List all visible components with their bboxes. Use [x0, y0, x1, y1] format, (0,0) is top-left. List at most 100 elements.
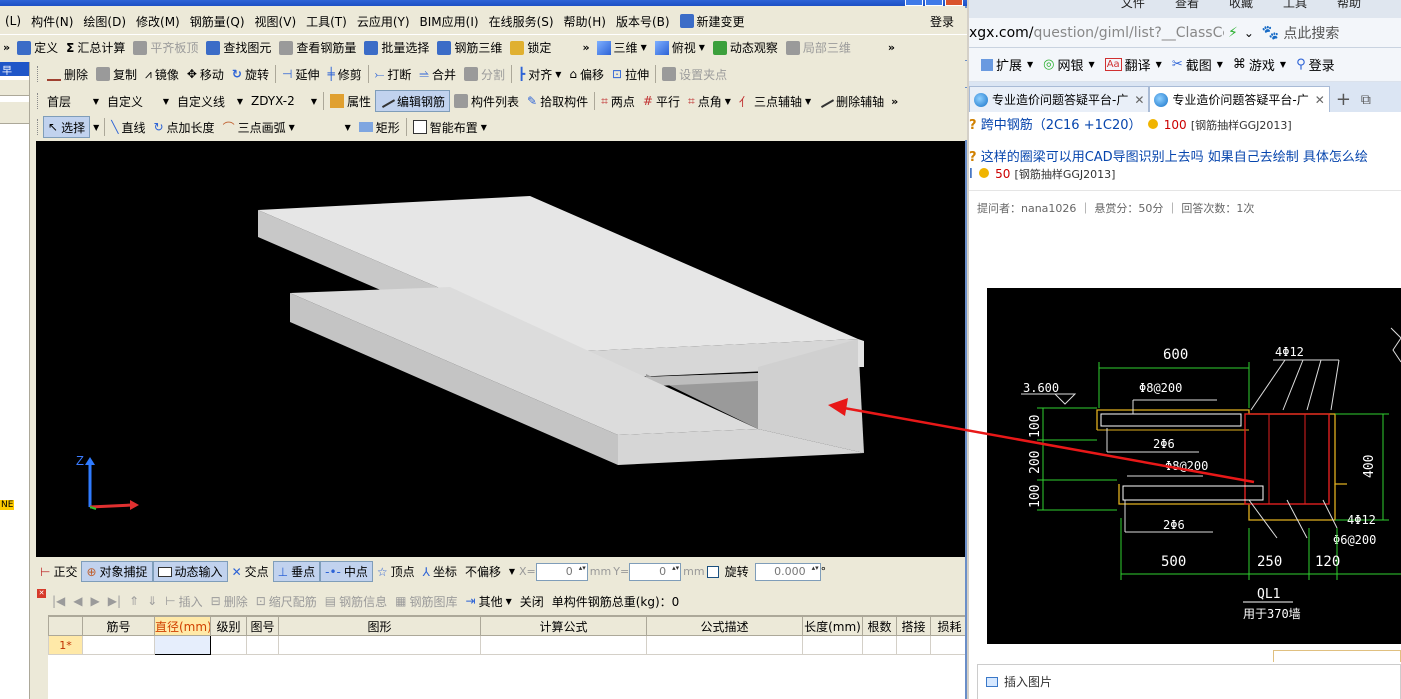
nav-panel-tab-2[interactable]: [0, 102, 29, 124]
last-record-button[interactable]: ▶|: [104, 594, 125, 608]
close-tab-icon[interactable]: ✕: [1315, 93, 1325, 107]
extensions-dropdown[interactable]: 扩展 ▼: [981, 55, 1033, 74]
maximize-button[interactable]: [925, 0, 943, 6]
extend-button[interactable]: ⊣ 延伸: [278, 63, 323, 85]
select-button[interactable]: ↖ 选择: [43, 116, 91, 138]
menu-online[interactable]: 在线服务(S): [484, 10, 559, 32]
line-button[interactable]: ╲ 直线: [107, 116, 149, 138]
rotate-button[interactable]: ↻ 旋转: [228, 63, 273, 85]
games-dropdown[interactable]: ⌘ 游戏 ▼: [1233, 55, 1286, 74]
trim-button[interactable]: ╪ 修剪: [323, 63, 365, 85]
mirror-button[interactable]: ⩘ 镜像: [141, 63, 183, 85]
move-button[interactable]: ✥ 移动: [183, 63, 228, 85]
menu-view[interactable]: 视图(V): [250, 10, 302, 32]
browser-menu-help[interactable]: 帮助: [1337, 0, 1361, 11]
find-element-button[interactable]: 查找图元: [202, 37, 275, 59]
menu-rebar-qty[interactable]: 钢筋量(Q): [185, 10, 250, 32]
cell-formula-desc[interactable]: [646, 635, 803, 655]
menu-version[interactable]: 版本号(B): [611, 10, 675, 32]
arc-option-select[interactable]: ▼: [299, 117, 355, 137]
scale-rebar-button[interactable]: ⊡ 缩尺配筋: [252, 593, 321, 610]
toolbar-grip[interactable]: [37, 93, 40, 109]
toolbar-grip[interactable]: [37, 119, 40, 135]
rotate-checkbox[interactable]: [706, 565, 719, 578]
edit-rebar-button[interactable]: 编辑钢筋: [375, 90, 451, 112]
smart-layout-dropdown[interactable]: 智能布置 ▼: [409, 116, 491, 138]
floor-select[interactable]: 首层 ▼: [43, 91, 103, 111]
next-record-button[interactable]: ▶: [87, 594, 104, 608]
point-angle-dropdown[interactable]: ⌗ 点角 ▼: [684, 90, 735, 112]
stretch-button[interactable]: ⊡ 拉伸: [608, 63, 653, 85]
prev-record-button[interactable]: ◀: [69, 594, 86, 608]
col-header-loss[interactable]: 损耗: [930, 616, 965, 636]
offset-mode-select[interactable]: 不偏移 ▼: [461, 562, 519, 582]
minimize-button[interactable]: [905, 0, 923, 6]
browser-menu-file[interactable]: 文件: [1121, 0, 1145, 11]
sum-calc-button[interactable]: Σ 汇总计算: [62, 37, 129, 59]
cell-shape[interactable]: [278, 635, 481, 655]
move-down-button[interactable]: ⇓: [143, 594, 161, 608]
menu-tools[interactable]: 工具(T): [301, 10, 352, 32]
dynamic-observe-button[interactable]: 动态观察: [709, 37, 782, 59]
browser-menu-tools[interactable]: 工具: [1283, 0, 1307, 11]
toolbar-overflow-chevron-3[interactable]: »: [885, 41, 898, 54]
browser-tab-2[interactable]: 专业造价问题答疑平台-广 ✕: [1149, 86, 1330, 112]
merge-button[interactable]: ⥬ 合并: [415, 63, 460, 85]
copy-button[interactable]: 复制: [92, 63, 141, 85]
col-header-fig-no[interactable]: 图号: [246, 616, 279, 636]
delete-row-button[interactable]: ⊟ 删除: [207, 593, 252, 610]
view-3d-dropdown[interactable]: 三维 ▼: [593, 37, 651, 59]
menu-cloud[interactable]: 云应用(Y): [352, 10, 415, 32]
toolbar-overflow-chevron-2[interactable]: »: [579, 41, 592, 54]
nav-panel-header[interactable]: 早: [0, 62, 29, 77]
col-header-bar-no[interactable]: 筋号: [82, 616, 155, 636]
rebar-info-button[interactable]: ▤ 钢筋信息: [321, 593, 391, 610]
first-record-button[interactable]: |◀: [48, 594, 69, 608]
three-point-aux-dropdown[interactable]: ⺅三点辅轴 ▼: [735, 90, 815, 112]
search-box[interactable]: 🐾 点此搜索: [1262, 23, 1339, 43]
batch-select-button[interactable]: 批量选择: [360, 37, 433, 59]
col-header-formula[interactable]: 计算公式: [480, 616, 647, 636]
top-view-dropdown[interactable]: 俯视 ▼: [651, 37, 709, 59]
new-change-button[interactable]: 新建变更: [675, 10, 750, 32]
move-up-button[interactable]: ⇑: [125, 594, 143, 608]
cell-count[interactable]: [862, 635, 897, 655]
menu-l[interactable]: (L): [0, 10, 26, 32]
browser-menu-view[interactable]: 查看: [1175, 0, 1199, 11]
online-bank-dropdown[interactable]: ◎ 网银 ▼: [1043, 55, 1095, 74]
menu-component[interactable]: 构件(N): [26, 10, 78, 32]
toolbar-overflow-chevron[interactable]: »: [0, 41, 13, 54]
url-input[interactable]: xgx.com/question/giml/list?__ClassCc: [969, 25, 1224, 41]
close-rebar-button[interactable]: 关闭: [516, 593, 548, 610]
cell-lap[interactable]: [896, 635, 931, 655]
rotate-input[interactable]: 0.000: [754, 562, 821, 581]
rectangle-button[interactable]: 矩形: [355, 116, 404, 138]
close-window-button[interactable]: [945, 0, 963, 6]
component-select[interactable]: ZDYX-2 ▼: [247, 91, 321, 111]
x-input[interactable]: 0: [535, 562, 588, 581]
subtype-select[interactable]: 自定义线 ▼: [173, 91, 247, 111]
vertex-snap-toggle[interactable]: ☆ 顶点: [373, 561, 419, 582]
split-button[interactable]: 分割: [460, 63, 509, 85]
col-header-diameter[interactable]: 直径(mm): [154, 616, 211, 636]
col-header-grade[interactable]: 级别: [210, 616, 247, 636]
parallel-button[interactable]: # 平行: [639, 90, 684, 112]
question-2-tag[interactable]: [钢筋抽样GGJ2013]: [1015, 168, 1116, 181]
delete-aux-button[interactable]: 删除辅轴: [815, 90, 888, 112]
perpendicular-snap-toggle[interactable]: ⊥ 垂点: [272, 561, 321, 582]
menu-bim[interactable]: BIM应用(I): [415, 10, 484, 32]
pick-component-button[interactable]: ✎ 拾取构件: [523, 90, 592, 112]
screenshot-dropdown[interactable]: ✂ 截图 ▼: [1172, 55, 1223, 74]
object-snap-toggle[interactable]: ⊕ 对象捕捉: [81, 561, 153, 582]
rebar-library-button[interactable]: ▦ 钢筋图库: [391, 593, 461, 610]
insert-image-button[interactable]: 插入图片: [978, 665, 1400, 690]
question-1-tag[interactable]: [钢筋抽样GGJ2013]: [1191, 119, 1292, 132]
y-input[interactable]: 0: [629, 562, 682, 581]
cell-grade[interactable]: [210, 635, 247, 655]
cell-diameter[interactable]: [154, 635, 211, 655]
intersect-snap-toggle[interactable]: ✕ 交点: [228, 561, 273, 582]
lightning-icon[interactable]: ⚡: [1228, 25, 1238, 41]
type-select[interactable]: 自定义 ▼: [103, 91, 173, 111]
login-dropdown[interactable]: ⚲ 登录: [1296, 55, 1335, 74]
col-header-formula-desc[interactable]: 公式描述: [646, 616, 803, 636]
